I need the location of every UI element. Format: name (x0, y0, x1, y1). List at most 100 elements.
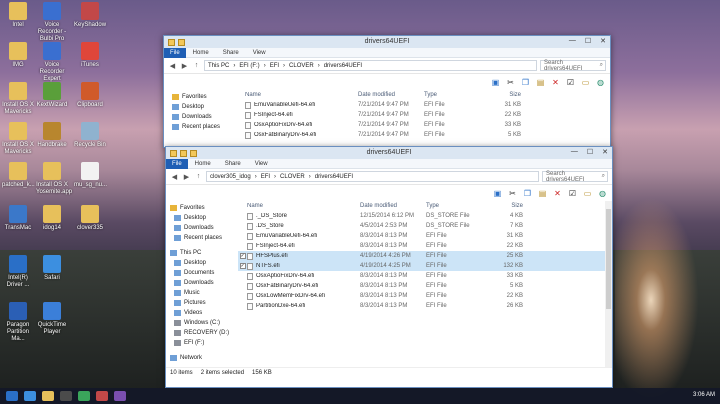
nav-item[interactable]: EFI (F:) (166, 338, 238, 348)
globe-icon[interactable]: ◍ (597, 188, 608, 199)
minimize-icon[interactable]: — (571, 148, 578, 156)
ie-icon[interactable] (24, 391, 36, 401)
desktop-icon-13[interactable]: Install OS X Yosemite.app (36, 162, 72, 196)
paste-icon[interactable]: ▤ (535, 77, 546, 88)
desktop-icon-10[interactable]: Handbrake (36, 122, 68, 149)
desktop-icon-7[interactable]: KextWizard (36, 82, 68, 109)
breadcrumb-part[interactable]: EFI (F:) (239, 63, 259, 69)
desktop-icon-20[interactable]: Paragon Partition Ma... (2, 302, 34, 343)
file-row[interactable]: .DS_Store 4/5/2014 2:53 PM DS_STORE File 7 … (238, 221, 612, 231)
desktop-icon-14[interactable]: mu_sg_nu... (74, 162, 107, 189)
file-row[interactable]: OsxAptioFixDrv-64.efi 8/3/2014 8:13 PM EFI… (238, 271, 612, 281)
nav-item[interactable]: Network (166, 353, 238, 363)
app-icon[interactable] (114, 391, 126, 401)
copy-icon[interactable]: ❐ (522, 188, 533, 199)
desktop-icon-0[interactable]: Intel (2, 2, 34, 29)
file-row[interactable]: OsxFatBinaryDrv-64.efi 8/3/2014 8:13 PM EF… (238, 281, 612, 291)
tab-share[interactable]: Share (216, 50, 246, 56)
desktop-icon-19[interactable]: Safari (36, 255, 68, 282)
file-row[interactable]: OsxFatBinaryDrv-64.efi 7/21/2014 9:47 PM E… (236, 130, 610, 140)
cut-icon[interactable]: ✂ (505, 77, 516, 88)
nav-item[interactable]: Recent places (164, 122, 236, 132)
copy-icon[interactable]: ❐ (520, 77, 531, 88)
row-checkbox[interactable]: ✓ (239, 253, 246, 259)
breadcrumb-part[interactable]: drivers64UEFI (324, 63, 362, 69)
delete-icon[interactable]: ✕ (550, 77, 561, 88)
file-row[interactable]: EmuVariableUefi-64.efi 7/21/2014 9:47 PM E… (236, 100, 610, 110)
nav-item[interactable]: Downloads (166, 278, 238, 288)
column-date[interactable]: Date modified (358, 92, 424, 98)
tab-view[interactable]: View (246, 50, 273, 56)
forward-arrow-icon[interactable]: ▶ (182, 173, 191, 181)
desktop-icon-15[interactable]: TransMac (2, 205, 34, 232)
vertical-scrollbar[interactable] (605, 201, 612, 367)
search-box[interactable]: Search drivers64UEFI ⌕ (542, 171, 608, 183)
file-row[interactable]: ._DS_Store 12/15/2014 6:12 PM DS_STORE Fil… (238, 211, 612, 221)
file-row[interactable]: EmuVariableUefi-64.efi 8/3/2014 8:13 PM EF… (238, 231, 612, 241)
tab-file[interactable]: File (164, 47, 186, 58)
nav-item[interactable]: Downloads (164, 112, 236, 122)
back-arrow-icon[interactable]: ◀ (170, 173, 179, 181)
file-row[interactable]: OsxAptioFixDrv-64.efi 7/21/2014 9:47 PM EF… (236, 120, 610, 130)
paste-icon[interactable]: ▤ (537, 188, 548, 199)
forward-arrow-icon[interactable]: ▶ (180, 62, 189, 70)
explorer-window-back[interactable]: drivers64UEFI — ☐ ✕ File Home Share View ◀… (163, 35, 611, 148)
tab-home[interactable]: Home (188, 161, 218, 167)
nav-item[interactable]: Music (166, 288, 238, 298)
tab-share[interactable]: Share (218, 161, 248, 167)
up-arrow-icon[interactable]: ↑ (194, 173, 203, 180)
windows-start-icon[interactable] (6, 391, 18, 401)
close-icon[interactable]: ✕ (602, 148, 608, 156)
cut-icon[interactable]: ✂ (507, 188, 518, 199)
properties-icon[interactable]: ☑ (567, 188, 578, 199)
new-folder-icon[interactable]: ▭ (582, 188, 593, 199)
desktop-icon-4[interactable]: Voice Recorder Expert (36, 42, 68, 83)
breadcrumb-part[interactable]: EFI (270, 63, 279, 69)
properties-icon[interactable]: ☑ (565, 77, 576, 88)
file-row[interactable]: OsxLowMemFixDrv-64.efi 8/3/2014 8:13 PM EF… (238, 291, 612, 301)
chrome-icon[interactable] (78, 391, 90, 401)
tab-home[interactable]: Home (186, 50, 216, 56)
column-name[interactable]: Name (245, 92, 358, 98)
column-type[interactable]: Type (424, 92, 482, 98)
breadcrumb-part[interactable]: CLOVER (280, 174, 305, 180)
column-type[interactable]: Type (426, 203, 484, 209)
breadcrumb-part[interactable]: EFI (261, 174, 270, 180)
nav-item[interactable]: This PC (166, 248, 238, 258)
layout-icon[interactable]: ▣ (490, 77, 501, 88)
tab-file[interactable]: File (166, 158, 188, 169)
nav-item[interactable]: Downloads (166, 223, 238, 233)
file-row[interactable]: FSInject-64.efi 8/3/2014 8:13 PM EFI File 2… (238, 241, 612, 251)
new-folder-icon[interactable]: ▭ (580, 77, 591, 88)
desktop-icon-8[interactable]: Clipboard (74, 82, 106, 109)
address-bar[interactable]: This PC › EFI (F:) › EFI › CLOVER › drivers6… (204, 60, 537, 71)
desktop-icon-16[interactable]: idog14 (36, 205, 68, 232)
minimize-icon[interactable]: — (569, 37, 576, 45)
desktop-icon-18[interactable]: Intel(R) Driver ... (2, 255, 34, 289)
app-icon[interactable] (96, 391, 108, 401)
back-arrow-icon[interactable]: ◀ (168, 62, 177, 70)
column-name[interactable]: Name (247, 203, 360, 209)
nav-item[interactable]: Recent places (166, 233, 238, 243)
desktop-icon-2[interactable]: KeyShadow (74, 2, 106, 29)
delete-icon[interactable]: ✕ (552, 188, 563, 199)
desktop-icon-12[interactable]: patched_k... (2, 162, 35, 189)
maximize-icon[interactable]: ☐ (585, 37, 591, 45)
nav-item[interactable]: Documents (166, 268, 238, 278)
nav-item[interactable]: Desktop (166, 258, 238, 268)
desktop-icon-21[interactable]: QuickTime Player (36, 302, 68, 336)
column-size[interactable]: Size (484, 203, 523, 209)
desktop-icon-3[interactable]: IMG (2, 42, 34, 69)
desktop-icon-5[interactable]: iTunes (74, 42, 106, 69)
tab-view[interactable]: View (248, 161, 275, 167)
layout-icon[interactable]: ▣ (492, 188, 503, 199)
explorer-window-front[interactable]: drivers64UEFI — ☐ ✕ File Home Share View ◀… (165, 146, 613, 388)
close-icon[interactable]: ✕ (600, 37, 606, 45)
title-bar[interactable]: drivers64UEFI — ☐ ✕ (166, 147, 612, 159)
breadcrumb-part[interactable]: drivers64UEFI (315, 174, 353, 180)
address-bar[interactable]: clover305_idog › EFI › CLOVER › drivers64UE… (206, 171, 539, 182)
desktop-icon-1[interactable]: Voice Recorder - Bulbi Pro (36, 2, 68, 43)
breadcrumb-part[interactable]: clover305_idog (210, 174, 251, 180)
row-checkbox[interactable]: ✓ (239, 263, 246, 269)
file-row[interactable]: ✓ NTFS.efi 4/19/2014 4:25 PM EFI File 132 KB (238, 261, 612, 271)
